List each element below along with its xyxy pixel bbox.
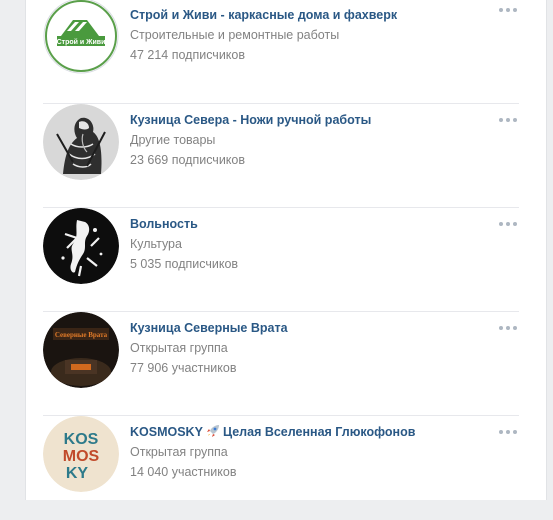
- list-item: KOS MOS KY KOSMOSKY Целая Вселенная Глюко…: [43, 416, 519, 520]
- avatar-text: Строй и Живи: [57, 38, 106, 46]
- list-item: Строй и Живи Строй и Живи - каркасные до…: [43, 0, 519, 104]
- group-name-link[interactable]: KOSMOSKY Целая Вселенная Глюкофонов: [130, 422, 490, 442]
- group-member-count: 14 040 участников: [130, 465, 237, 479]
- dot-icon: [506, 326, 510, 330]
- dot-icon: [506, 8, 510, 12]
- dot-icon: [499, 222, 503, 226]
- dot-icon: [513, 118, 517, 122]
- dot-icon: [506, 118, 510, 122]
- splatter-symbol-icon: [43, 208, 119, 284]
- more-options-button[interactable]: [497, 4, 519, 16]
- rocket-icon: [206, 425, 219, 437]
- group-member-count: 77 906 участников: [130, 361, 237, 375]
- forge-logo-icon: Северные Врата: [43, 312, 119, 388]
- dot-icon: [513, 8, 517, 12]
- dot-icon: [513, 222, 517, 226]
- groups-list-panel: Строй и Живи Строй и Живи - каркасные до…: [25, 0, 547, 500]
- group-avatar[interactable]: Северные Врата: [43, 312, 119, 388]
- avatar-text: MOS: [63, 448, 100, 465]
- group-category: Строительные и ремонтные работы: [130, 28, 340, 42]
- group-avatar[interactable]: [43, 208, 119, 284]
- group-category: Открытая группа: [130, 341, 228, 355]
- dot-icon: [506, 430, 510, 434]
- dot-icon: [499, 430, 503, 434]
- avatar-text: Северные Врата: [55, 331, 108, 339]
- group-member-count: 47 214 подписчиков: [130, 48, 246, 62]
- group-name-link[interactable]: Вольность: [130, 214, 490, 234]
- group-category: Открытая группа: [130, 445, 228, 459]
- list-item: Северные Врата Кузница Северные Врата От…: [43, 312, 519, 416]
- page: Строй и Живи Строй и Живи - каркасные до…: [0, 0, 553, 500]
- more-options-button[interactable]: [497, 114, 519, 126]
- group-name-link[interactable]: Кузница Севера - Ножи ручной работы: [130, 110, 490, 130]
- group-category: Другие товары: [130, 133, 216, 147]
- group-avatar[interactable]: KOS MOS KY: [43, 416, 119, 492]
- group-category: Культура: [130, 237, 182, 251]
- warrior-sketch-icon: [43, 104, 119, 180]
- group-name-link[interactable]: Строй и Живи - каркасные дома и фахверк: [130, 5, 490, 25]
- kosmosky-logo-icon: KOS MOS KY: [43, 416, 119, 492]
- avatar-text: KOS: [64, 431, 99, 448]
- list-item: Кузница Севера - Ножи ручной работы Друг…: [43, 104, 519, 208]
- dot-icon: [499, 118, 503, 122]
- group-name-prefix: KOSMOSKY: [130, 425, 203, 439]
- house-logo-icon: Строй и Живи: [43, 0, 119, 74]
- group-name-suffix: Целая Вселенная Глюкофонов: [222, 425, 416, 439]
- dot-icon: [506, 222, 510, 226]
- group-name-link[interactable]: Кузница Северные Врата: [130, 318, 490, 338]
- group-member-count: 5 035 подписчиков: [130, 257, 239, 271]
- dot-icon: [499, 326, 503, 330]
- avatar-text: KY: [66, 465, 89, 482]
- group-member-count: 23 669 подписчиков: [130, 153, 246, 167]
- list-item: Вольность Культура 5 035 подписчиков: [43, 208, 519, 312]
- group-avatar[interactable]: Строй и Живи: [43, 0, 119, 74]
- group-avatar[interactable]: [43, 104, 119, 180]
- more-options-button[interactable]: [497, 218, 519, 230]
- more-options-button[interactable]: [497, 322, 519, 334]
- dot-icon: [499, 8, 503, 12]
- more-options-button[interactable]: [497, 426, 519, 438]
- dot-icon: [513, 430, 517, 434]
- dot-icon: [513, 326, 517, 330]
